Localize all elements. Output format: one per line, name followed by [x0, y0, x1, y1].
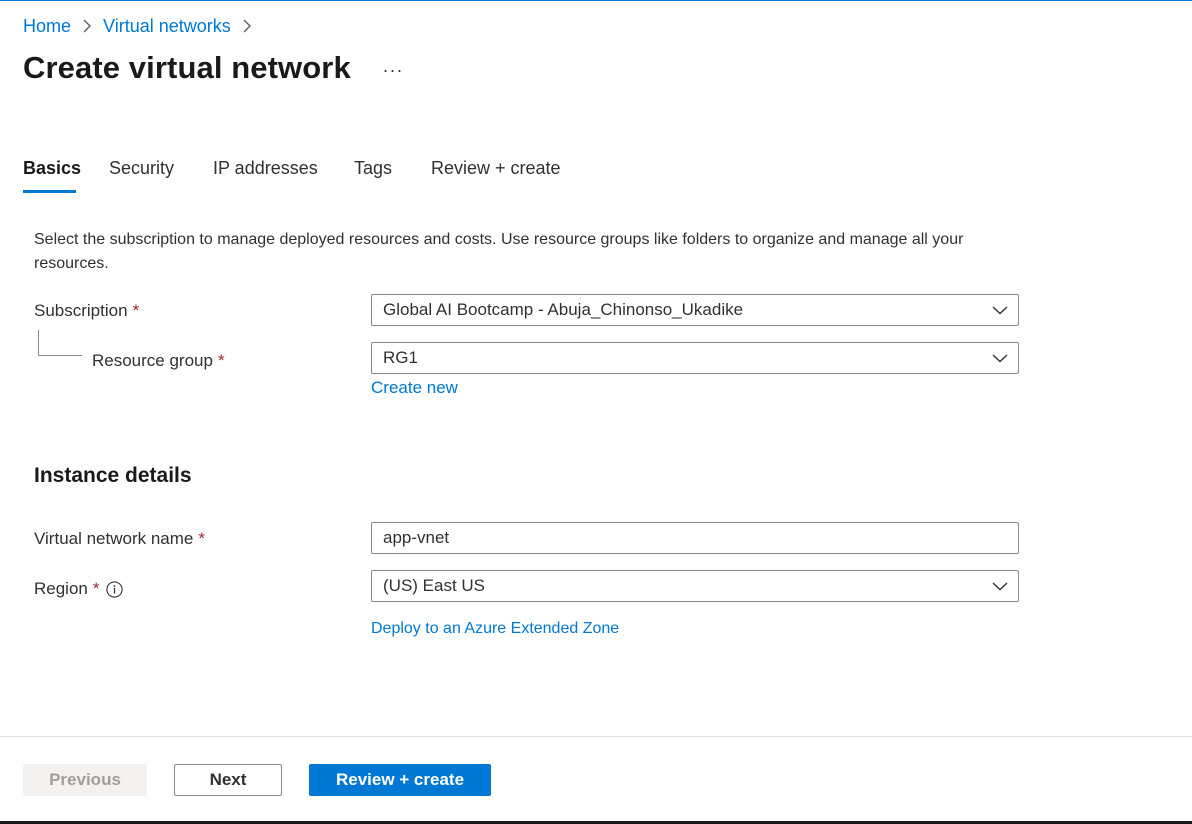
region-label: Region * — [34, 579, 123, 599]
tab-label: Tags — [354, 158, 393, 178]
tab-label: Security — [109, 158, 175, 178]
tab-ip-addresses[interactable]: IP addresses — [213, 158, 318, 194]
required-asterisk: * — [217, 351, 225, 370]
top-accent-line — [0, 0, 1192, 1]
resource-group-value: RG1 — [383, 348, 418, 367]
required-asterisk: * — [92, 579, 100, 598]
region-dropdown[interactable]: (US) East US — [371, 570, 1019, 602]
tab-review-create[interactable]: Review + create — [431, 158, 561, 194]
tab-label: Review + create — [431, 158, 561, 178]
deploy-extended-zone-link[interactable]: Deploy to an Azure Extended Zone — [371, 620, 619, 638]
required-asterisk: * — [132, 301, 140, 320]
tab-tags[interactable]: Tags — [354, 158, 392, 194]
resource-group-dropdown[interactable]: RG1 — [371, 342, 1019, 374]
instance-details-heading: Instance details — [34, 464, 192, 487]
vnet-name-label: Virtual network name * — [34, 529, 205, 549]
region-value: (US) East US — [383, 576, 486, 595]
subscription-dropdown[interactable]: Global AI Bootcamp - Abuja_Chinonso_Ukad… — [371, 294, 1019, 326]
breadcrumb-home[interactable]: Home — [23, 16, 71, 37]
subscription-value: Global AI Bootcamp - Abuja_Chinonso_Ukad… — [383, 300, 744, 319]
vnet-name-input-wrapper — [371, 522, 1019, 554]
footer-divider — [0, 736, 1192, 737]
required-asterisk: * — [198, 529, 205, 548]
tab-basics[interactable]: Basics — [23, 158, 81, 194]
page-title: Create virtual network — [23, 50, 351, 85]
subscription-label-text: Subscription — [34, 301, 128, 320]
breadcrumb: Home Virtual networks — [23, 14, 263, 38]
next-button[interactable]: Next — [174, 764, 282, 796]
resource-group-label: Resource group * — [92, 351, 225, 371]
previous-button[interactable]: Previous — [23, 764, 147, 796]
tab-label: IP addresses — [213, 158, 318, 178]
create-new-resource-group-link[interactable]: Create new — [371, 378, 458, 398]
vnet-name-label-text: Virtual network name — [34, 529, 194, 548]
breadcrumb-virtual-networks[interactable]: Virtual networks — [103, 16, 231, 37]
chevron-right-icon — [237, 16, 257, 36]
review-create-button[interactable]: Review + create — [309, 764, 491, 796]
chevron-down-icon — [982, 295, 1018, 325]
hierarchy-connector — [38, 330, 82, 356]
chevron-down-icon — [982, 343, 1018, 373]
vnet-name-input[interactable] — [383, 528, 1018, 548]
chevron-down-icon — [982, 571, 1018, 601]
region-label-text: Region — [34, 579, 88, 598]
active-tab-indicator — [23, 190, 76, 193]
info-icon[interactable] — [105, 580, 123, 598]
intro-description: Select the subscription to manage deploy… — [34, 231, 964, 272]
tab-label: Basics — [23, 158, 82, 178]
chevron-right-icon — [77, 16, 97, 36]
subscription-label: Subscription * — [34, 301, 139, 321]
tab-security[interactable]: Security — [109, 158, 174, 194]
resource-group-label-text: Resource group — [92, 351, 213, 370]
more-horizontal-icon[interactable]: ··· — [380, 58, 406, 82]
